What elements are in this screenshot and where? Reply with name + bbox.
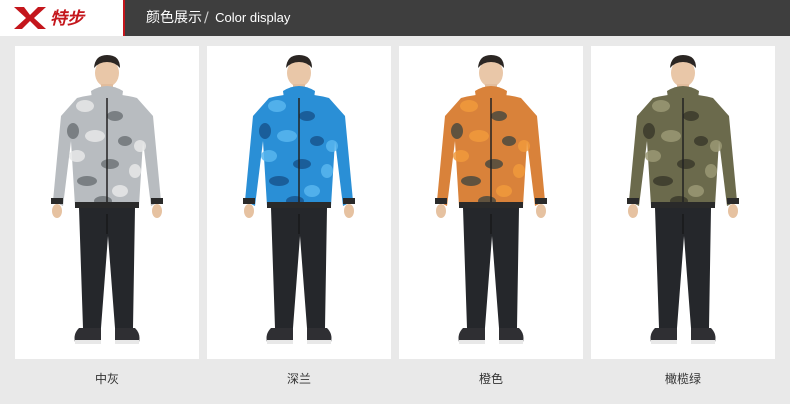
product-model-image (627, 55, 739, 344)
title-separator: / (204, 10, 209, 26)
color-label: 中灰 (94, 372, 119, 386)
product-color-card[interactable] (591, 46, 775, 359)
title-chinese: 颜色展示 (146, 10, 202, 26)
color-label: 深兰 (286, 372, 311, 386)
color-label: 橄榄绿 (664, 372, 701, 386)
logo-text: 特步 (50, 9, 86, 29)
product-model-image (243, 55, 355, 344)
product-model-image (51, 55, 163, 344)
product-color-card[interactable] (15, 46, 199, 359)
section-header: 特步 颜色展示 / Color display (0, 0, 790, 36)
page-title: 颜色展示 / Color display (146, 0, 290, 36)
product-color-card[interactable] (207, 46, 391, 359)
color-label: 橙色 (478, 372, 503, 386)
product-color-card[interactable] (399, 46, 583, 359)
title-english: Color display (215, 10, 291, 25)
logo-divider (123, 0, 125, 36)
xtep-logo-icon: 特步 (14, 7, 86, 29)
brand-logo[interactable]: 特步 (0, 0, 123, 36)
product-model-image (435, 55, 547, 344)
